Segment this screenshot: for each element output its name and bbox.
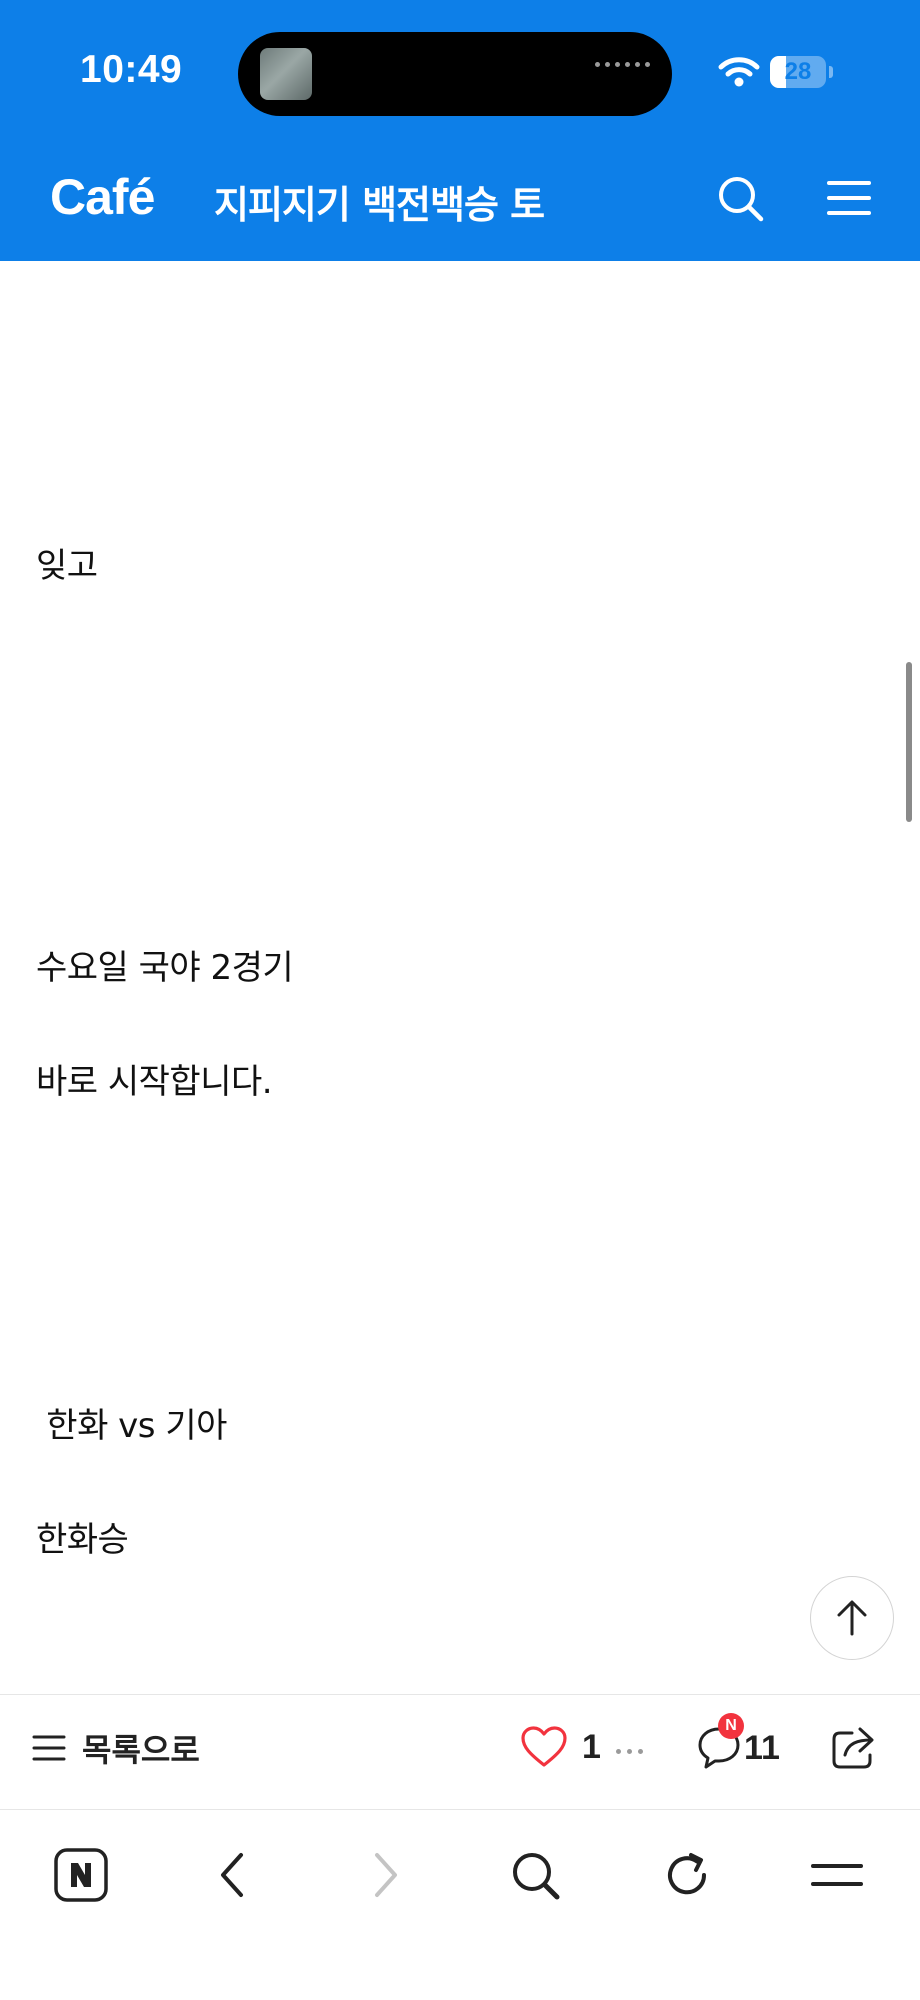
list-icon [32, 1735, 66, 1761]
back-to-list-label: 목록으로 [82, 1731, 200, 1769]
menu-icon [811, 1864, 863, 1886]
app-header: 10:49 28 Café 지피지기 백전백승 토 [0, 0, 920, 261]
cafe-logo[interactable]: Café [50, 168, 155, 226]
like-button[interactable]: 1 [520, 1725, 601, 1769]
status-time: 10:49 [80, 48, 183, 91]
search-icon [513, 1853, 560, 1900]
new-comment-badge: N [718, 1713, 744, 1739]
like-count: 1 [582, 1727, 601, 1766]
share-icon[interactable] [830, 1725, 876, 1771]
back-icon [221, 1853, 243, 1897]
article-action-bar: 목록으로 1 N 11 [0, 1694, 920, 1810]
battery-percent: 28 [784, 58, 812, 85]
cafe-name[interactable]: 지피지기 백전백승 토 [214, 174, 545, 229]
heart-icon [521, 1726, 567, 1767]
island-dots-icon [595, 62, 650, 67]
comment-count: 11 [744, 1728, 780, 1767]
article-text-line: 한화승 [36, 1520, 129, 1560]
browser-toolbar [0, 1810, 920, 2000]
reload-icon [668, 1853, 707, 1895]
article-text-line: 한화 vs 기아 [36, 1406, 227, 1446]
arrow-up-icon [837, 1600, 867, 1636]
live-activity-thumbnail [260, 48, 312, 100]
comment-button[interactable]: N 11 [696, 1713, 780, 1771]
article-text-line: 수요일 국야 2경기 [36, 948, 294, 988]
reload-button[interactable] [652, 1840, 722, 1910]
wifi-icon [718, 57, 760, 87]
dynamic-island [238, 32, 672, 116]
battery-nub [829, 66, 833, 78]
browser-search-button[interactable] [500, 1840, 570, 1910]
article-text-line: 바로 시작합니다. [36, 1062, 273, 1102]
more-icon[interactable] [616, 1749, 643, 1754]
back-to-list-button[interactable]: 목록으로 [32, 1725, 200, 1771]
scroll-top-button[interactable] [810, 1576, 894, 1660]
battery-icon: 28 [770, 56, 826, 88]
menu-icon[interactable] [826, 178, 872, 218]
forward-button[interactable] [350, 1840, 420, 1910]
forward-icon [375, 1853, 397, 1897]
back-button[interactable] [198, 1840, 268, 1910]
search-icon[interactable] [716, 174, 766, 224]
browser-menu-button[interactable] [802, 1840, 872, 1910]
article-text-line: 잊고 [36, 546, 98, 586]
scroll-indicator[interactable] [906, 662, 912, 822]
naver-home-button[interactable] [46, 1840, 116, 1910]
naver-home-icon [54, 1848, 108, 1902]
